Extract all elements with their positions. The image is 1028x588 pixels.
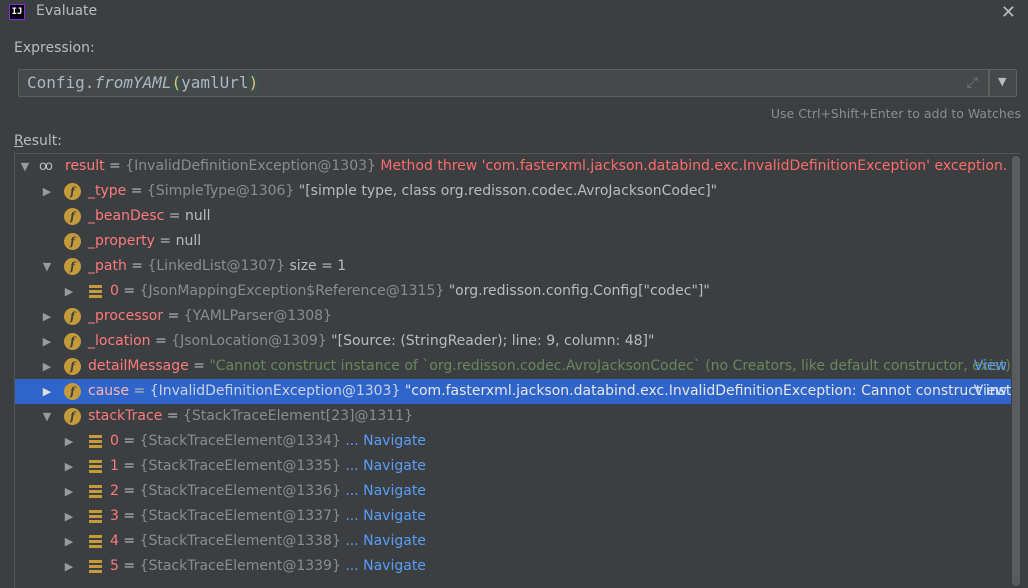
intellij-icon: IJ <box>9 4 25 20</box>
close-icon[interactable]: ✕ <box>1001 2 1016 23</box>
array-element-icon <box>89 535 102 548</box>
chevron-down-icon: ▼ <box>998 75 1007 88</box>
collapse-arrow-icon[interactable]: ▼ <box>19 154 31 179</box>
tree-row-property[interactable]: f _property = null <box>15 229 1011 254</box>
array-element-icon <box>89 460 102 473</box>
field-icon: f <box>64 333 81 350</box>
code-class: Config. <box>27 73 95 92</box>
tree-row-stacktrace-2[interactable]: ▶ 2 = {StackTraceElement@1336} ... Navig… <box>15 479 1011 504</box>
expand-arrow-icon[interactable]: ▶ <box>63 504 75 529</box>
tree-row-stacktrace[interactable]: ▼ f stackTrace = {StackTraceElement[23]@… <box>15 404 1011 429</box>
expression-label: Expression: <box>14 40 95 56</box>
watches-hint: Use Ctrl+Shift+Enter to add to Watches <box>770 106 1021 121</box>
vertical-scrollbar[interactable] <box>1011 154 1021 588</box>
tree-row-result[interactable]: ▼ oo result = {InvalidDefinitionExceptio… <box>15 154 1011 179</box>
expand-arrow-icon[interactable]: ▶ <box>63 554 75 579</box>
expand-arrow-icon[interactable]: ▶ <box>41 379 53 404</box>
field-icon: f <box>64 208 81 225</box>
expand-arrow-icon[interactable]: ▶ <box>41 179 53 204</box>
window-title: Evaluate <box>36 3 98 19</box>
tree-row-location[interactable]: ▶ f _location = {JsonLocation@1309} "[So… <box>15 329 1011 354</box>
view-link[interactable]: View <box>974 379 1007 404</box>
navigate-link[interactable]: ... Navigate <box>341 433 426 449</box>
scrollbar-thumb[interactable] <box>1012 156 1020 586</box>
expand-arrow-icon[interactable]: ▶ <box>41 329 53 354</box>
code-argument: yamlUrl <box>181 73 249 92</box>
tree-row-path[interactable]: ▼ f _path = {LinkedList@1307} size = 1 <box>15 254 1011 279</box>
tree-row-stacktrace-4[interactable]: ▶ 4 = {StackTraceElement@1338} ... Navig… <box>15 529 1011 554</box>
tree-row-processor[interactable]: ▶ f _processor = {YAMLParser@1308} <box>15 304 1011 329</box>
expand-icon[interactable]: ⤢ <box>967 75 978 91</box>
expand-arrow-icon[interactable]: ▶ <box>63 429 75 454</box>
navigate-link[interactable]: ... Navigate <box>341 458 426 474</box>
tree-row-path-0[interactable]: ▶ 0 = {JsonMappingException$Reference@13… <box>15 279 1011 304</box>
title-bar: IJ Evaluate ✕ <box>0 0 1028 24</box>
collapse-arrow-icon[interactable]: ▼ <box>41 254 53 279</box>
field-icon: f <box>64 233 81 250</box>
expand-arrow-icon[interactable]: ▶ <box>41 304 53 329</box>
field-icon: f <box>64 258 81 275</box>
array-element-icon <box>89 485 102 498</box>
tree-row-detailmessage[interactable]: ▶ f detailMessage = "Cannot construct in… <box>15 354 1021 379</box>
expand-arrow-icon[interactable]: ▶ <box>41 354 53 379</box>
field-icon: f <box>64 383 81 400</box>
watch-glasses-icon: oo <box>39 159 53 174</box>
tree-row-stacktrace-5[interactable]: ▶ 5 = {StackTraceElement@1339} ... Navig… <box>15 554 1011 579</box>
collapse-arrow-icon[interactable]: ▼ <box>41 404 53 429</box>
code-method: fromYAML <box>94 73 172 92</box>
view-link[interactable]: View <box>974 354 1007 379</box>
history-dropdown-button[interactable]: ▼ <box>989 69 1017 97</box>
tree-row-stacktrace-0[interactable]: ▶ 0 = {StackTraceElement@1334} ... Navig… <box>15 429 1011 454</box>
result-tree[interactable]: ▼ oo result = {InvalidDefinitionExceptio… <box>14 153 1021 588</box>
expand-arrow-icon[interactable]: ▶ <box>63 479 75 504</box>
navigate-link[interactable]: ... Navigate <box>341 558 426 574</box>
array-element-icon <box>89 285 102 298</box>
field-icon: f <box>64 358 81 375</box>
expression-code[interactable]: Config.fromYAML(yamlUrl) <box>27 73 259 92</box>
navigate-link[interactable]: ... Navigate <box>341 508 426 524</box>
tree-row-type[interactable]: ▶ f _type = {SimpleType@1306} "[simple t… <box>15 179 1011 204</box>
navigate-link[interactable]: ... Navigate <box>341 483 426 499</box>
tree-row-stacktrace-1[interactable]: ▶ 1 = {StackTraceElement@1335} ... Navig… <box>15 454 1011 479</box>
navigate-link[interactable]: ... Navigate <box>341 533 426 549</box>
field-icon: f <box>64 408 81 425</box>
expand-arrow-icon[interactable]: ▶ <box>63 529 75 554</box>
array-element-icon <box>89 560 102 573</box>
field-icon: f <box>64 308 81 325</box>
expression-input[interactable]: Config.fromYAML(yamlUrl) ⤢ <box>18 69 989 97</box>
array-element-icon <box>89 435 102 448</box>
expand-arrow-icon[interactable]: ▶ <box>63 454 75 479</box>
code-paren-open: ( <box>171 73 182 92</box>
code-paren-close: ) <box>248 73 259 92</box>
result-label: Result: <box>14 133 62 149</box>
tree-row-stacktrace-3[interactable]: ▶ 3 = {StackTraceElement@1337} ... Navig… <box>15 504 1011 529</box>
tree-row-cause[interactable]: ▶ f cause = {InvalidDefinitionException@… <box>15 379 1021 404</box>
field-icon: f <box>64 183 81 200</box>
expand-arrow-icon[interactable]: ▶ <box>63 279 75 304</box>
tree-row-beandesc[interactable]: f _beanDesc = null <box>15 204 1011 229</box>
array-element-icon <box>89 510 102 523</box>
